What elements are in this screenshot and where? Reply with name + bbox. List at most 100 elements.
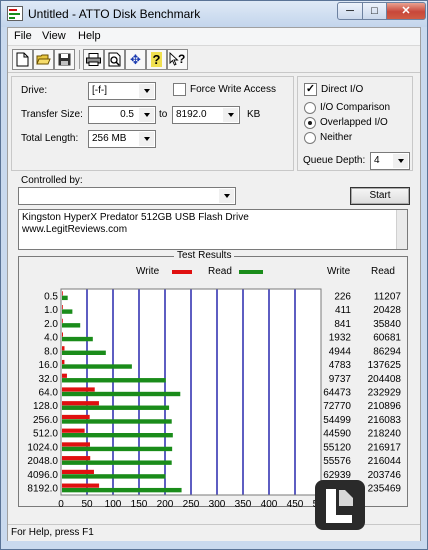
x-tick-label: 450 <box>287 499 304 508</box>
x-tick-label: 0 <box>58 499 64 508</box>
chevron-down-icon <box>139 84 154 98</box>
category-label: 64.0 <box>39 388 59 399</box>
category-label: 256.0 <box>33 415 58 426</box>
read-value: 210896 <box>368 401 402 412</box>
client-area: File View Help ✥ ? ? Drive: [-f-] Force … <box>7 27 421 541</box>
print-button[interactable] <box>83 49 104 70</box>
read-bar <box>62 295 68 301</box>
write-value: 55576 <box>323 456 351 467</box>
controlled-by-select[interactable] <box>18 187 236 205</box>
transfer-from-select[interactable]: 0.5 <box>88 106 156 124</box>
context-help-button[interactable]: ? <box>167 49 188 70</box>
app-window: Untitled - ATTO Disk Benchmark ─ □ ✕ Fil… <box>0 0 428 550</box>
neither-radio[interactable] <box>304 132 316 144</box>
read-bar <box>62 378 166 383</box>
read-bar <box>62 323 81 328</box>
menu-view[interactable]: View <box>42 30 66 42</box>
neither-label: Neither <box>320 132 353 143</box>
write-bar <box>62 483 100 488</box>
transfer-size-label: Transfer Size: <box>21 109 83 120</box>
write-bar <box>62 291 63 296</box>
write-bar <box>62 305 63 310</box>
print-preview-button[interactable] <box>104 49 125 70</box>
read-value: 35840 <box>373 319 401 330</box>
title-bar[interactable]: Untitled - ATTO Disk Benchmark ─ □ ✕ <box>1 1 427 27</box>
write-value: 1932 <box>329 333 352 344</box>
write-bar <box>62 414 90 420</box>
menu-help[interactable]: Help <box>78 30 101 42</box>
status-text: For Help, press F1 <box>11 527 94 538</box>
write-bar <box>62 373 67 378</box>
window-title: Untitled - ATTO Disk Benchmark <box>28 7 201 21</box>
description-line: www.LegitReviews.com <box>22 224 128 235</box>
help-button[interactable]: ? <box>146 49 167 70</box>
category-label: 2.0 <box>44 319 58 330</box>
close-button[interactable]: ✕ <box>386 2 426 20</box>
force-write-checkbox[interactable] <box>173 83 186 96</box>
start-button[interactable]: Start <box>350 187 410 205</box>
toolbar: ✥ ? ? <box>8 47 420 73</box>
read-value: 137625 <box>368 360 402 371</box>
total-length-value: 256 MB <box>92 133 127 144</box>
read-value: 216917 <box>368 442 402 453</box>
read-value: 232929 <box>368 388 402 399</box>
description-scrollbar[interactable] <box>396 210 407 249</box>
category-label: 16.0 <box>39 360 59 371</box>
write-value: 72770 <box>323 401 351 412</box>
x-tick-label: 400 <box>261 499 278 508</box>
open-button[interactable] <box>33 49 54 70</box>
new-button[interactable] <box>12 49 33 70</box>
transfer-unit-label: KB <box>247 109 261 120</box>
transfer-to-label: to <box>159 109 168 120</box>
overlapped-io-radio[interactable] <box>304 117 316 129</box>
controlled-by-label: Controlled by: <box>21 175 83 186</box>
transfer-to-select[interactable]: 8192.0 <box>172 106 240 124</box>
queue-depth-select[interactable]: 4 <box>370 152 410 170</box>
context-help-mark: ? <box>178 52 186 66</box>
write-value: 226 <box>334 291 351 302</box>
io-comparison-radio[interactable] <box>304 102 316 114</box>
write-bar <box>62 387 95 392</box>
read-value: 86294 <box>373 346 401 357</box>
overlapped-io-label: Overlapped I/O <box>320 117 388 128</box>
read-bar <box>62 433 173 438</box>
write-bar <box>62 318 63 323</box>
print-preview-icon <box>108 52 121 67</box>
read-value: 20428 <box>373 305 401 316</box>
maximize-button[interactable]: □ <box>362 2 387 20</box>
minimize-button[interactable]: ─ <box>337 2 363 20</box>
x-tick-label: 200 <box>157 499 174 508</box>
read-bar <box>62 460 172 465</box>
queue-depth-label: Queue Depth: <box>303 155 366 166</box>
category-label: 1024.0 <box>27 442 58 453</box>
io-comparison-label: I/O Comparison <box>320 102 391 113</box>
move-button[interactable]: ✥ <box>125 49 146 70</box>
direct-io-checkbox[interactable]: ✓ <box>304 83 317 96</box>
drive-label: Drive: <box>21 85 48 96</box>
total-length-select[interactable]: 256 MB <box>88 130 156 148</box>
read-value: 60681 <box>373 333 401 344</box>
read-value: 204408 <box>368 374 402 385</box>
write-value: 9737 <box>329 374 352 385</box>
new-icon <box>16 52 29 67</box>
app-icon <box>7 6 23 21</box>
x-tick-label: 300 <box>209 499 226 508</box>
category-label: 1.0 <box>44 305 58 316</box>
save-button[interactable] <box>54 49 75 70</box>
write-bar <box>62 469 94 474</box>
help-icon: ? <box>150 52 163 67</box>
read-bar <box>62 419 172 424</box>
menu-file[interactable]: File <box>14 30 32 42</box>
description-line: Kingston HyperX Predator 512GB USB Flash… <box>22 212 249 223</box>
category-label: 0.5 <box>44 291 58 302</box>
write-value: 4783 <box>329 360 352 371</box>
write-value: 54499 <box>323 415 351 426</box>
read-bar <box>62 446 173 452</box>
write-bar <box>62 346 65 351</box>
x-tick-label: 150 <box>131 499 148 508</box>
transfer-from-value: 0.5 <box>120 109 134 120</box>
queue-depth-value: 4 <box>374 155 380 166</box>
drive-select[interactable]: [-f-] <box>88 82 156 100</box>
x-tick-label: 350 <box>235 499 252 508</box>
description-textarea[interactable]: Kingston HyperX Predator 512GB USB Flash… <box>18 209 408 250</box>
